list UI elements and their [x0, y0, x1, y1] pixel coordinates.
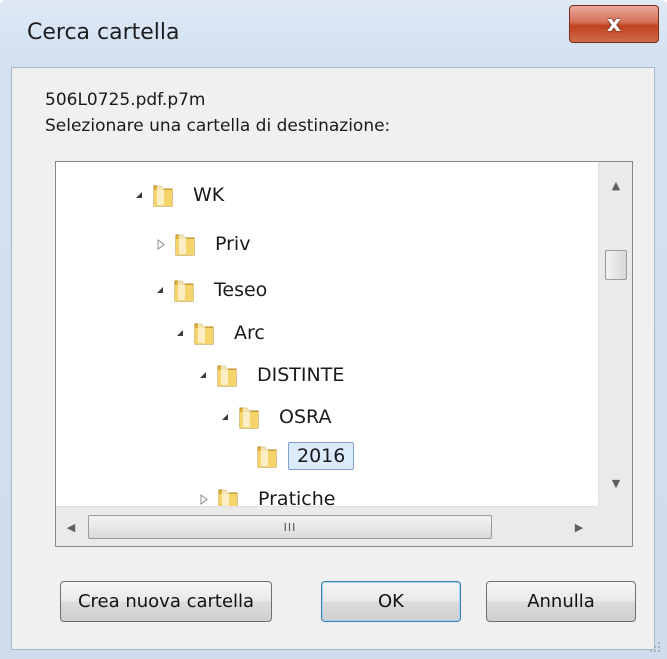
dialog-title: Cerca cartella [27, 20, 180, 45]
new-folder-button-label: Crea nuova cartella [77, 591, 255, 612]
tree-item-label: OSRA [279, 406, 332, 428]
close-icon: x [606, 11, 622, 37]
expanded-arrow-icon[interactable] [157, 287, 163, 293]
scroll-down-icon[interactable]: ▼ [599, 468, 632, 498]
collapsed-arrow-icon[interactable] [157, 238, 165, 250]
resize-grip-icon[interactable] [648, 640, 662, 654]
close-button[interactable]: x [569, 5, 659, 43]
folder-icon [194, 323, 214, 345]
collapsed-arrow-icon[interactable] [200, 493, 208, 505]
title-bar: Cerca cartella x [0, 0, 667, 72]
scroll-grip-icon: III [283, 520, 297, 534]
vertical-scroll-thumb[interactable] [605, 250, 627, 280]
tree-item-osra[interactable]: OSRA [222, 399, 340, 435]
tree-item-wk[interactable]: WK [136, 177, 233, 213]
expanded-arrow-icon[interactable] [177, 330, 183, 336]
scroll-right-icon[interactable]: ▶ [564, 512, 594, 542]
tree-item-teseo[interactable]: Teseo [157, 272, 276, 308]
folder-icon [217, 365, 237, 387]
tree-item-label: Priv [215, 233, 251, 255]
horizontal-scrollbar[interactable]: ◀ III ▶ [56, 506, 600, 546]
tree-item-label: Teseo [214, 279, 268, 301]
cancel-button-label: Annulla [527, 591, 595, 612]
vertical-scrollbar[interactable]: ▲ ▼ [598, 162, 632, 502]
horizontal-scroll-thumb[interactable]: III [88, 515, 492, 539]
ok-button-label: OK [378, 591, 404, 612]
folder-icon [257, 446, 277, 468]
file-name-text: 506L0725.pdf.p7m [45, 90, 206, 110]
scrollbar-corner [598, 500, 632, 546]
expanded-arrow-icon[interactable] [136, 192, 142, 198]
prompt-text: Selezionare una cartella di destinazione… [45, 116, 391, 136]
scroll-up-icon[interactable]: ▲ [599, 170, 632, 200]
tree-item-distinte[interactable]: DISTINTE [200, 357, 353, 393]
tree-item-arc[interactable]: Arc [177, 315, 274, 351]
folder-icon [175, 234, 195, 256]
folder-icon [153, 185, 173, 207]
folder-tree[interactable]: WK Priv Teseo Arc DISTINTE OSRA 2016 Pra… [55, 161, 633, 547]
tree-item-2016[interactable]: 2016 [256, 438, 355, 474]
tree-item-label: 2016 [288, 442, 355, 470]
ok-button[interactable]: OK [321, 581, 461, 622]
folder-icon [239, 407, 259, 429]
tree-item-label: WK [193, 184, 225, 206]
cancel-button[interactable]: Annulla [486, 581, 636, 622]
tree-item-priv[interactable]: Priv [157, 226, 259, 262]
tree-item-label: DISTINTE [257, 364, 345, 386]
new-folder-button[interactable]: Crea nuova cartella [60, 581, 272, 622]
folder-icon [174, 280, 194, 302]
tree-item-label: Arc [234, 322, 265, 344]
expanded-arrow-icon[interactable] [200, 372, 206, 378]
expanded-arrow-icon[interactable] [222, 414, 228, 420]
dialog-window: Cerca cartella x 506L0725.pdf.p7m Selezi… [0, 0, 667, 659]
scroll-left-icon[interactable]: ◀ [56, 512, 86, 542]
